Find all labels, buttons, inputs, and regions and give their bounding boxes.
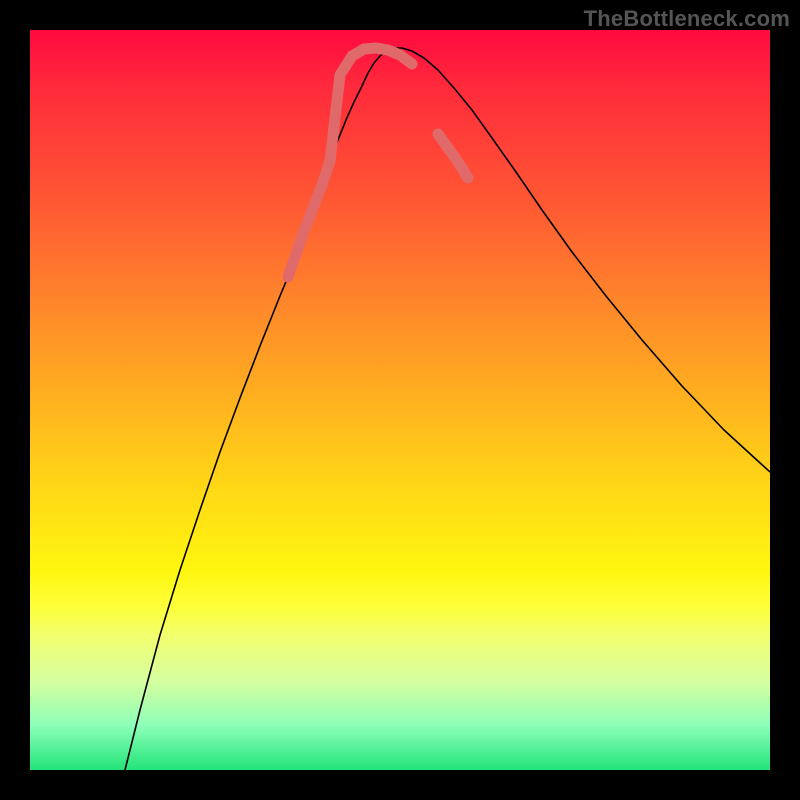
chart-frame: TheBottleneck.com (0, 0, 800, 800)
watermark-text: TheBottleneck.com (584, 6, 790, 32)
series-highlight-right (438, 134, 468, 178)
series-highlight-left (288, 161, 330, 277)
curve-overlay (30, 30, 770, 770)
series-highlight-bottom (330, 48, 412, 161)
